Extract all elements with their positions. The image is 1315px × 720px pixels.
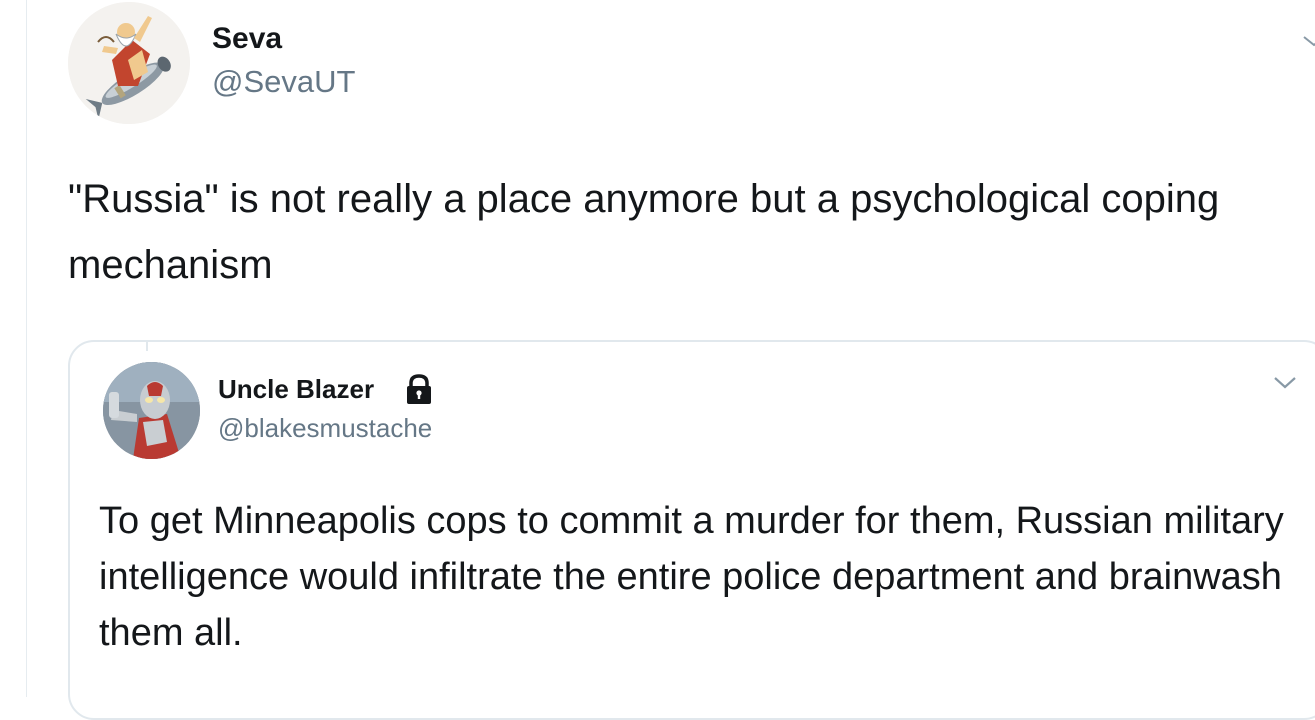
red-silver-superhero-icon bbox=[103, 362, 200, 459]
author-avatar[interactable] bbox=[68, 2, 190, 124]
tweet[interactable]: Seva @SevaUT "Russia" is not really a pl… bbox=[0, 0, 1315, 720]
chevron-down-icon[interactable] bbox=[1302, 34, 1315, 48]
chevron-down-icon[interactable] bbox=[1270, 372, 1300, 394]
quoted-tweet-text: To get Minneapolis cops to commit a murd… bbox=[99, 500, 1284, 654]
quoted-author-avatar[interactable] bbox=[103, 362, 200, 459]
lock-icon bbox=[402, 373, 436, 405]
tweet-text: "Russia" is not really a place anymore b… bbox=[68, 177, 1220, 287]
author-handle[interactable]: @SevaUT bbox=[212, 64, 355, 100]
author-display-name[interactable]: Seva bbox=[212, 22, 282, 56]
quoted-author-display-name[interactable]: Uncle Blazer bbox=[218, 374, 374, 405]
cartoon-rider-on-missile-icon bbox=[68, 2, 190, 124]
quoted-author-handle[interactable]: @blakesmustache bbox=[218, 413, 432, 444]
